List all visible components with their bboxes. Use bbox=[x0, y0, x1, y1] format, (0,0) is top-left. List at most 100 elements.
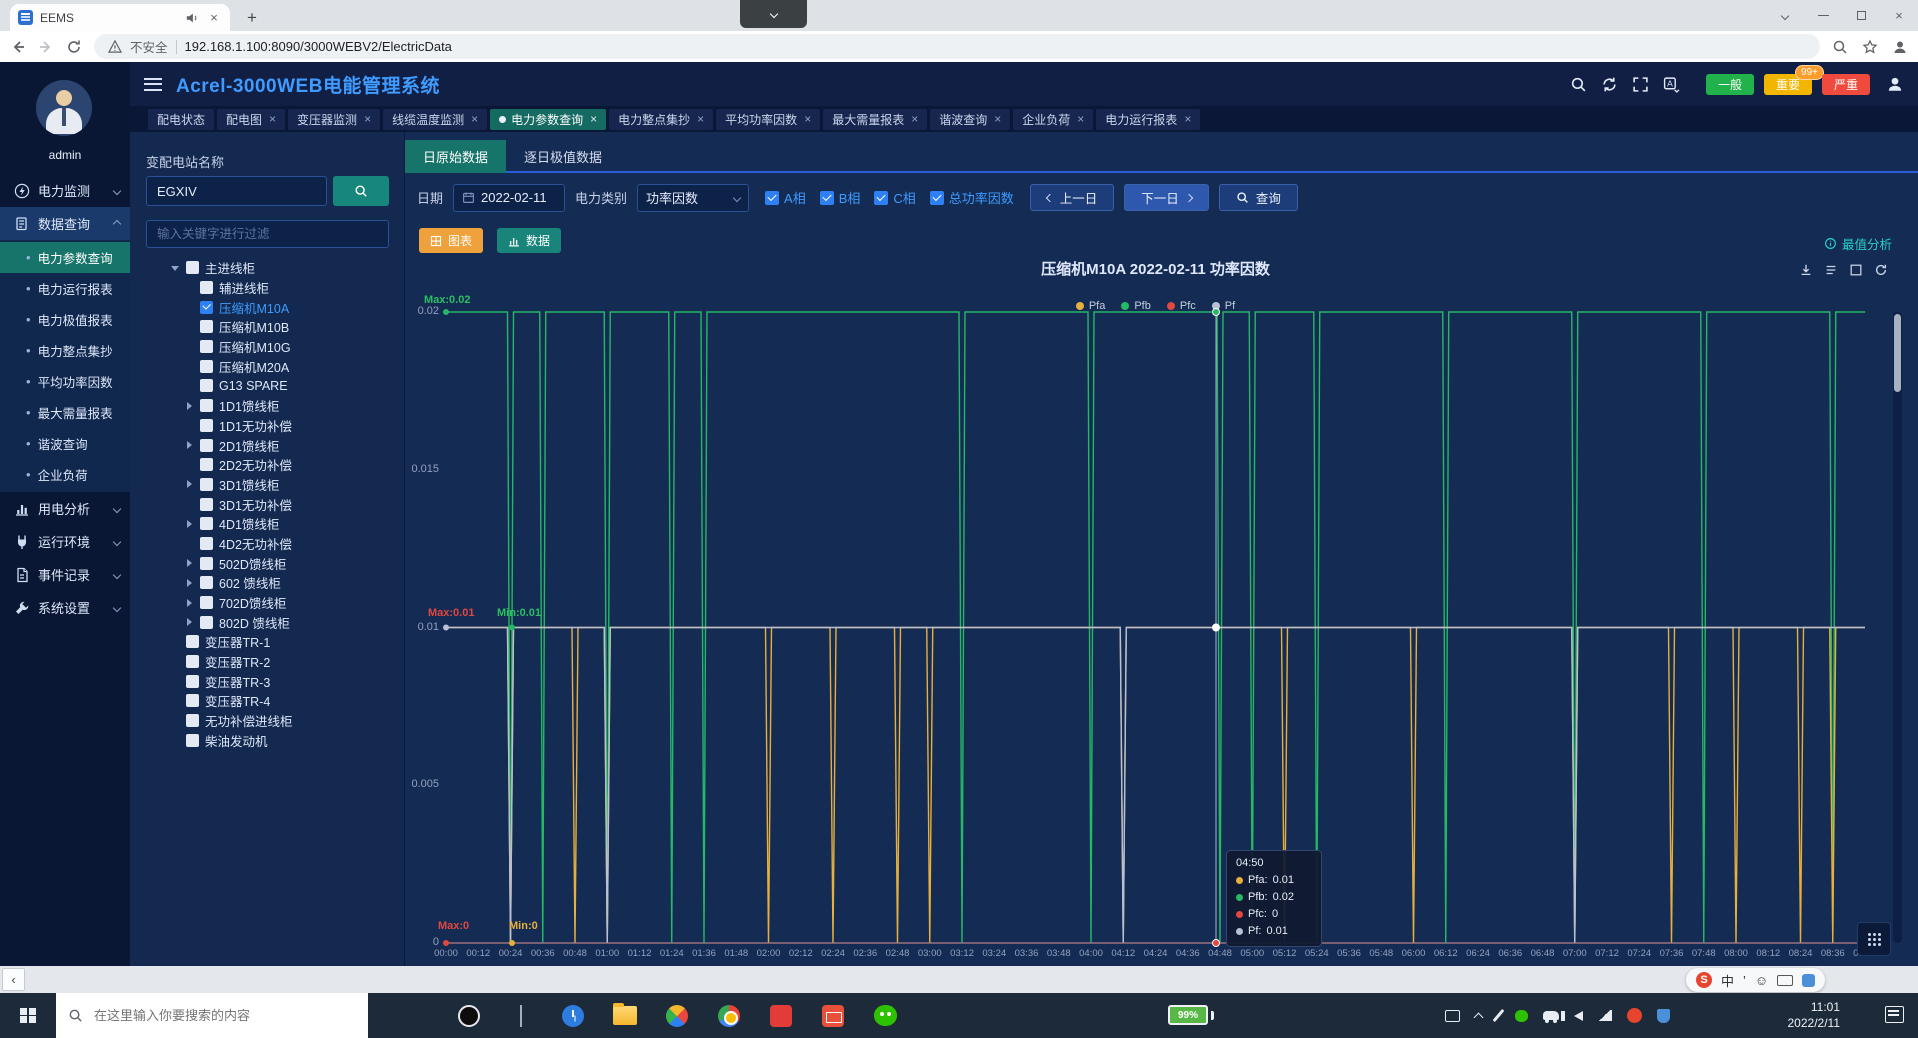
caret-right-icon[interactable] bbox=[184, 479, 194, 489]
tree-node[interactable]: 2D2无功补偿 bbox=[130, 455, 405, 475]
chevron-up-icon[interactable] bbox=[1475, 1010, 1482, 1021]
checkbox[interactable] bbox=[186, 675, 199, 688]
nav-tab[interactable]: 电力整点集抄× bbox=[609, 109, 713, 130]
max-min-analysis-link[interactable]: 最值分析 bbox=[1824, 234, 1892, 253]
checkbox[interactable] bbox=[200, 458, 213, 471]
caret-right-icon[interactable] bbox=[184, 440, 194, 450]
checkbox[interactable] bbox=[200, 576, 213, 589]
apostrophe-icon[interactable]: ’ bbox=[1743, 973, 1746, 988]
caret-right-icon[interactable] bbox=[184, 617, 194, 627]
url-text[interactable]: 192.168.1.100:8090/3000WEBV2/ElectricDat… bbox=[185, 39, 1806, 54]
tree-node[interactable]: 无功补偿进线柜 bbox=[130, 711, 405, 731]
caret-right-icon[interactable] bbox=[184, 598, 194, 608]
volume-icon[interactable] bbox=[1574, 1011, 1583, 1021]
category-select[interactable]: 功率因数 bbox=[637, 184, 749, 212]
tree-node[interactable]: 变压器TR-2 bbox=[130, 652, 405, 672]
search-icon[interactable] bbox=[1570, 76, 1587, 93]
alarm-button[interactable]: 一般 bbox=[1706, 74, 1754, 95]
warning-icon[interactable] bbox=[108, 40, 122, 53]
horizontal-scrollbar[interactable]: ‹ bbox=[0, 966, 1918, 993]
nav-tab[interactable]: 企业负荷× bbox=[1013, 109, 1093, 130]
browser-tab[interactable]: EEMS × bbox=[10, 4, 230, 31]
nav-tab[interactable]: 平均功率因数× bbox=[716, 109, 820, 130]
sidebar-item[interactable]: 事件记录 bbox=[0, 558, 130, 591]
checkbox[interactable] bbox=[200, 379, 213, 392]
close-icon[interactable]: × bbox=[994, 112, 1001, 126]
tree-node[interactable]: 3D1无功补偿 bbox=[130, 494, 405, 514]
nav-tab[interactable]: 配电状态 bbox=[148, 109, 214, 130]
url-bar[interactable]: 不安全 192.168.1.100:8090/3000WEBV2/Electri… bbox=[94, 34, 1820, 59]
tree-node[interactable]: 变压器TR-4 bbox=[130, 691, 405, 711]
close-icon[interactable]: × bbox=[471, 112, 478, 126]
profile-icon[interactable] bbox=[1892, 39, 1908, 55]
sidebar-subitem[interactable]: •电力参数查询 bbox=[0, 242, 130, 273]
checkbox[interactable] bbox=[200, 281, 213, 294]
close-icon[interactable]: × bbox=[804, 112, 811, 126]
close-window-button[interactable]: × bbox=[1880, 0, 1918, 31]
phase-checkbox[interactable]: B相 bbox=[820, 188, 861, 207]
tree-node[interactable]: 辅进线柜 bbox=[130, 278, 405, 298]
car-icon[interactable] bbox=[1543, 1011, 1559, 1020]
sidebar-item[interactable]: 数据查询 bbox=[0, 207, 130, 240]
keyboard-icon[interactable] bbox=[1777, 975, 1793, 986]
sidebar-subitem[interactable]: •平均功率因数 bbox=[0, 366, 130, 397]
bookmark-star-icon[interactable] bbox=[1862, 39, 1878, 55]
chart-view-button[interactable]: 图表 bbox=[419, 228, 483, 253]
nav-tab[interactable]: 电力运行报表× bbox=[1096, 109, 1200, 130]
scrollbar-thumb[interactable] bbox=[1894, 314, 1901, 392]
minimize-button[interactable] bbox=[1804, 0, 1842, 31]
pinwheel-icon[interactable] bbox=[664, 1003, 690, 1029]
close-icon[interactable]: × bbox=[911, 112, 918, 126]
sidebar-item[interactable]: 用电分析 bbox=[0, 492, 130, 525]
tree-filter-input[interactable] bbox=[146, 220, 389, 248]
close-icon[interactable]: × bbox=[364, 112, 371, 126]
circle-icon[interactable] bbox=[456, 1003, 482, 1029]
taskbar-clock[interactable]: 11:01 2022/2/11 bbox=[1788, 999, 1841, 1031]
toolbox-icon[interactable] bbox=[1802, 974, 1815, 987]
next-day-button[interactable]: 下一日 bbox=[1124, 184, 1209, 211]
tasks-icon[interactable] bbox=[1445, 1010, 1460, 1022]
checkbox[interactable] bbox=[200, 517, 213, 530]
legend-item[interactable]: Pfa bbox=[1076, 300, 1106, 312]
checkbox[interactable] bbox=[765, 191, 779, 205]
user-icon[interactable] bbox=[1886, 75, 1904, 93]
sidebar-subitem[interactable]: •电力整点集抄 bbox=[0, 335, 130, 366]
checkbox[interactable] bbox=[200, 340, 213, 353]
fullscreen-icon[interactable] bbox=[1632, 76, 1649, 93]
tree-node[interactable]: 压缩机M10G bbox=[130, 337, 405, 357]
data-view-button[interactable]: 数据 bbox=[497, 228, 561, 253]
back-icon[interactable] bbox=[10, 39, 26, 55]
nav-tab[interactable]: 线缆温度监测× bbox=[383, 109, 487, 130]
nav-tab[interactable]: 谐波查询× bbox=[930, 109, 1010, 130]
checkbox[interactable] bbox=[820, 191, 834, 205]
data-tab[interactable]: 逐日极值数据 bbox=[506, 140, 620, 173]
checkbox[interactable] bbox=[186, 635, 199, 648]
close-icon[interactable]: × bbox=[1077, 112, 1084, 126]
maximize-button[interactable] bbox=[1842, 0, 1880, 31]
reload-icon[interactable] bbox=[66, 39, 82, 55]
checkbox[interactable] bbox=[200, 439, 213, 452]
checkbox[interactable] bbox=[200, 320, 213, 333]
list-icon[interactable] bbox=[1824, 263, 1838, 277]
sogou-icon[interactable]: S bbox=[1696, 972, 1712, 988]
close-icon[interactable]: × bbox=[590, 112, 597, 126]
alarm-button[interactable]: 严重 bbox=[1822, 74, 1870, 95]
box-icon[interactable] bbox=[1849, 263, 1863, 277]
close-icon[interactable]: × bbox=[1184, 112, 1191, 126]
chrome-icon[interactable] bbox=[716, 1003, 742, 1029]
wechat-icon[interactable] bbox=[872, 1003, 898, 1029]
tree-node[interactable]: 4D2无功补偿 bbox=[130, 534, 405, 554]
nav-tab[interactable]: 电力参数查询× bbox=[490, 109, 606, 130]
phase-checkbox[interactable]: C相 bbox=[874, 188, 915, 207]
shield-icon[interactable] bbox=[1657, 1009, 1670, 1023]
checkbox[interactable] bbox=[186, 714, 199, 727]
checkbox[interactable] bbox=[200, 537, 213, 550]
chevron-button[interactable] bbox=[1766, 0, 1804, 31]
checkbox[interactable] bbox=[200, 419, 213, 432]
tree-node[interactable]: 1D1无功补偿 bbox=[130, 416, 405, 436]
sidebar-subitem[interactable]: •电力极值报表 bbox=[0, 304, 130, 335]
caret-right-icon[interactable] bbox=[184, 519, 194, 529]
checkbox[interactable] bbox=[186, 261, 199, 274]
tree-node[interactable]: 4D1馈线柜 bbox=[130, 514, 405, 534]
tree-node[interactable]: 变压器TR-3 bbox=[130, 671, 405, 691]
